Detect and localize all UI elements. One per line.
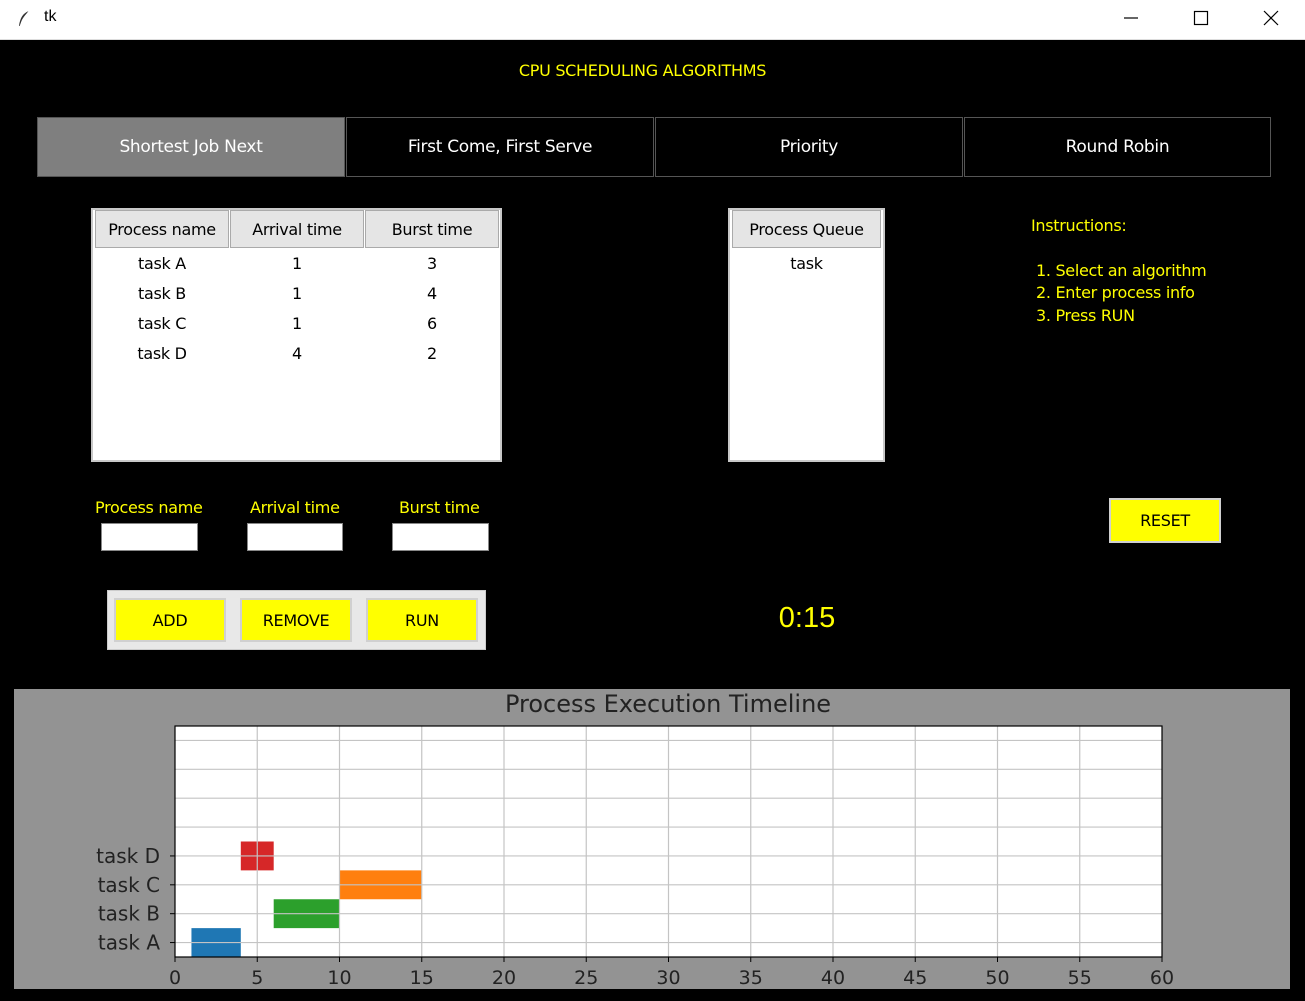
x-tick-label: 5 — [251, 967, 263, 989]
y-tick-label: task B — [98, 902, 160, 926]
x-tick-label: 35 — [739, 967, 763, 989]
x-tick-label: 20 — [492, 967, 516, 989]
x-tick-label: 50 — [985, 967, 1009, 989]
x-tick-label: 40 — [821, 967, 845, 989]
process-execution-timeline-chart: 0 5 10 15 20 25 30 35 40 45 50 55 60 task A task B task… — [96, 690, 1174, 989]
x-tick-label: 60 — [1150, 967, 1174, 989]
y-tick-label: task D — [96, 844, 160, 868]
x-tick-label: 45 — [903, 967, 927, 989]
x-tick-label: 15 — [410, 967, 434, 989]
y-tick-label: task A — [98, 931, 160, 955]
chart-title: Process Execution Timeline — [505, 690, 831, 718]
x-tick-label: 55 — [1068, 967, 1092, 989]
x-tick-label: 30 — [656, 967, 680, 989]
x-tick-label: 0 — [169, 967, 181, 989]
x-tick-label: 10 — [327, 967, 351, 989]
y-tick-label: task C — [98, 873, 160, 897]
x-tick-label: 25 — [574, 967, 598, 989]
